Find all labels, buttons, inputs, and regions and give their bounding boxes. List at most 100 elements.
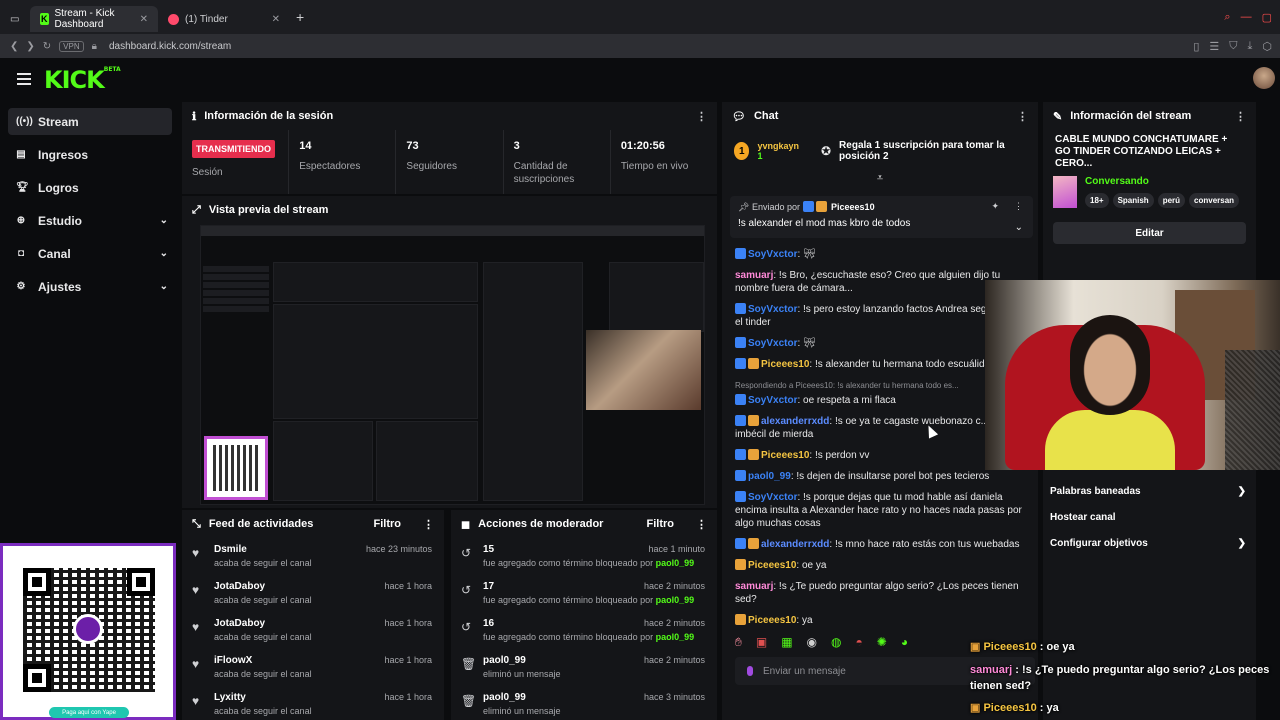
gift-icon: ✪ (820, 144, 832, 158)
chat-message: Piceees10: oe ya (735, 559, 1035, 572)
wallet-icon: ▤ (16, 149, 26, 160)
list-item: ♥ Dsmile acaba de seguir el canal hace 23… (182, 538, 444, 575)
host-channel-link[interactable]: Hostear canal (1050, 512, 1250, 523)
chat-message: alexanderrxdd: !s mno hace rato estás co… (735, 538, 1035, 551)
edit-stream-button[interactable]: Editar (1053, 222, 1246, 244)
emote-icon[interactable]: ◉ (807, 635, 817, 650)
pinned-message[interactable]: 📌︎ Enviado por Piceees10 ✦ ⋮ !s alexande… (730, 196, 1033, 238)
category-thumbnail[interactable] (1053, 176, 1077, 208)
chevron-down-icon[interactable]: ⌄ (1015, 222, 1023, 233)
sidebar-item-estudio[interactable]: ⊕ Estudio ⌄ (8, 207, 172, 234)
new-tab-icon[interactable]: + (296, 9, 304, 25)
moderator-badge-icon (735, 470, 746, 481)
moderator-badge-icon (735, 415, 746, 426)
emote-icon[interactable]: ▦ (781, 635, 792, 650)
url-field[interactable]: dashboard.kick.com/stream (109, 41, 231, 52)
feed-filter-button[interactable]: Filtro (374, 518, 402, 530)
more-options-icon[interactable]: ⋮ (1017, 110, 1028, 123)
overlay-chat-line: ▣ Piceees10 : oe ya (970, 641, 1075, 653)
address-bar-actions: ▯ ☰ ⛉ ⤓ ⬡ (1193, 40, 1280, 53)
sidebar-item-logros[interactable]: 🏆︎ Logros (8, 174, 172, 201)
overlay-chat-line: ▣ Piceees10 : ya (970, 702, 1059, 714)
maximize-icon[interactable]: ▢ (1262, 11, 1272, 24)
unpin-icon[interactable]: ✦ (991, 201, 999, 212)
tag[interactable]: perú (1157, 193, 1186, 208)
kick-logo[interactable]: KICKBETA (44, 66, 121, 94)
stat-viewers: 14 Espectadores (289, 130, 397, 194)
moderator-badge-icon (735, 303, 746, 314)
sidebar-item-ajustes[interactable]: ⚙ Ajustes ⌄ (8, 273, 172, 300)
tab-kick-dashboard[interactable]: K Stream - Kick Dashboard ✕ (30, 6, 158, 32)
window-controls: ⌕ — ▢ (1224, 11, 1280, 24)
stream-info-header: ✎ Información del stream ⋮ (1053, 110, 1246, 123)
search-icon[interactable]: ⌕ (1224, 11, 1230, 24)
tag[interactable]: Spanish (1112, 193, 1154, 208)
emote-icon[interactable]: ◓ (856, 635, 863, 650)
forward-icon[interactable]: ❯ (26, 41, 34, 52)
back-icon[interactable]: ❮ (10, 41, 18, 52)
tab-list-icon[interactable]: ☰ (1209, 40, 1219, 53)
tab-title: (1) Tinder (185, 13, 228, 25)
chevron-down-icon: ⌄ (159, 215, 168, 226)
pin-icon: 📌︎ (738, 202, 750, 212)
gift-user[interactable]: yvngkayn 1 (757, 141, 799, 161)
subscriber-badge-icon (735, 559, 746, 570)
moderator-actions-panel: ◼ Acciones de moderador Filtro ⋮ ↺ 15 fue… (451, 510, 717, 720)
set-goals-link[interactable]: Configurar objetivos ❯ (1050, 538, 1250, 549)
channel-icon: ◘ (17, 248, 25, 259)
menu-icon[interactable] (17, 73, 31, 85)
live-badge: TRANSMITIENDO (192, 140, 275, 158)
undo-icon[interactable]: ↺ (461, 575, 483, 612)
close-tab-icon[interactable]: ✕ (140, 14, 148, 25)
subscriber-badge-icon (815, 201, 827, 212)
moderator-badge-icon (802, 201, 814, 212)
sidebar-item-canal[interactable]: ◘ Canal ⌄ (8, 240, 172, 267)
sidebar: ((•)) Stream ▤ Ingresos 🏆︎ Logros ⊕ Estu… (0, 102, 180, 542)
more-options-icon[interactable]: ⋮ (1235, 110, 1246, 123)
download-icon[interactable]: ⤓ (1248, 40, 1253, 53)
more-options-icon[interactable]: ⋮ (696, 518, 707, 531)
extension-icon[interactable]: ⬡ (1262, 40, 1272, 53)
heart-icon: ♥ (192, 620, 200, 634)
more-options-icon[interactable]: ⋮ (423, 518, 434, 531)
shield-icon[interactable]: ⛉ (1229, 40, 1237, 53)
reload-icon[interactable]: ↻ (43, 41, 51, 52)
emote-icon[interactable]: ◕ (901, 635, 908, 650)
more-options-icon[interactable]: ⋮ (1014, 201, 1023, 212)
list-item: ♥ JotaDaboy acaba de seguir el canal hace… (182, 575, 444, 612)
emote-icon[interactable]: ✋︎ (735, 635, 742, 650)
emote-icon[interactable]: ✺ (877, 635, 887, 650)
stream-preview-header: ⤢ Vista previa del stream (192, 203, 329, 217)
emote-icon[interactable]: ▣ (756, 635, 767, 650)
vpn-badge[interactable]: VPN (59, 40, 84, 52)
tag[interactable]: conversan (1189, 193, 1240, 208)
gear-icon: ⚙ (16, 281, 26, 292)
chat-message: samuarj: !s ¿Te puedo preguntar algo ser… (735, 581, 1019, 605)
tab-tinder[interactable]: (1) Tinder ✕ (158, 6, 290, 32)
stream-preview-video[interactable] (200, 225, 705, 505)
minimize-icon[interactable]: — (1241, 11, 1252, 24)
close-tab-icon[interactable]: ✕ (272, 14, 280, 25)
banned-words-link[interactable]: Palabras baneadas ❯ (1050, 486, 1250, 497)
more-options-icon[interactable]: ⋮ (696, 110, 707, 123)
subscriber-badge-icon: ▣ (970, 702, 981, 714)
emote-picker-icon[interactable] (747, 666, 753, 676)
chat-message: paol0_99: !s dejen de insultarse porel b… (735, 470, 1035, 483)
user-avatar[interactable] (1253, 67, 1275, 89)
bookmark-icon[interactable]: ▯ (1193, 40, 1199, 53)
undo-icon[interactable]: ↺ (461, 538, 483, 575)
address-bar: ❮ ❯ ↻ VPN 🔒︎ dashboard.kick.com/stream ▯… (0, 34, 1280, 58)
moderator-badge-icon (735, 248, 746, 259)
undo-icon[interactable]: ↺ (461, 612, 483, 649)
tag[interactable]: 18+ (1085, 193, 1109, 208)
mod-filter-button[interactable]: Filtro (647, 518, 675, 530)
emote-icon[interactable]: ◍ (831, 635, 841, 650)
kick-favicon-icon: K (40, 13, 49, 25)
sidebar-item-stream[interactable]: ((•)) Stream (8, 108, 172, 135)
chevron-right-icon: ❯ (1237, 538, 1246, 549)
sidebar-toggle-icon[interactable]: ▭ (0, 6, 30, 32)
stream-category: Conversando 18+ Spanish perú conversan (1043, 170, 1256, 208)
gift-count: 1 (757, 151, 763, 161)
collapse-chevron-icon[interactable]: ⩡ (722, 172, 1038, 185)
sidebar-item-ingresos[interactable]: ▤ Ingresos (8, 141, 172, 168)
